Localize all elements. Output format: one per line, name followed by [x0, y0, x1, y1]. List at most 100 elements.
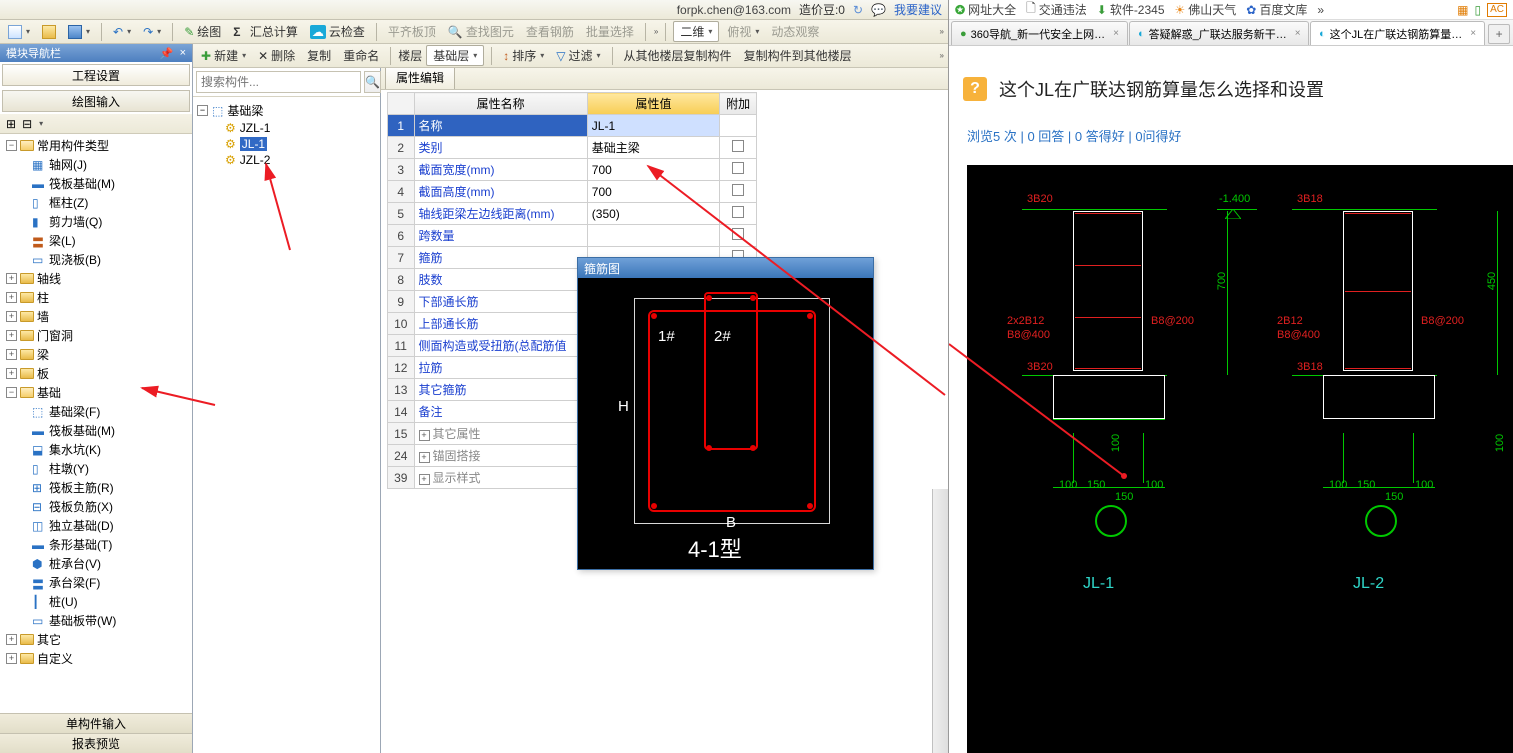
tree-cap-beam[interactable]: 〓承台梁(F): [4, 573, 192, 592]
search-input[interactable]: [196, 71, 361, 93]
tree-sump[interactable]: ⬓集水坑(K): [4, 440, 192, 459]
tree-axis-net[interactable]: ▦轴网(J): [4, 155, 192, 174]
delete-button[interactable]: ✕删除: [254, 46, 299, 65]
tab-drawing-input[interactable]: 绘图输入: [2, 90, 190, 112]
pin-icon[interactable]: 📌: [160, 47, 174, 60]
app-info-bar: forpk.chen@163.com 造价豆:0 ↻ 💬 我要建议: [0, 0, 948, 20]
top-view-button[interactable]: 俯视▾: [723, 22, 763, 41]
search-button[interactable]: 🔍: [364, 71, 381, 93]
tree-other[interactable]: +其它: [4, 630, 192, 649]
dynamic-view-button[interactable]: 动态观察: [767, 22, 823, 41]
nav-mini-icon1[interactable]: ⊞: [6, 117, 16, 131]
tree-col-pier[interactable]: ▯柱墩(Y): [4, 459, 192, 478]
sum-button[interactable]: Σ 汇总计算: [229, 22, 302, 41]
redo-button[interactable]: ↷▾: [139, 24, 165, 40]
browser-tab-0[interactable]: ●360导航_新一代安全上网…×: [951, 21, 1128, 45]
tree-raft-base[interactable]: ▬筏板基础(M): [4, 174, 192, 193]
prop-row[interactable]: 6跨数量: [388, 225, 757, 247]
tree-raft2[interactable]: ▬筏板基础(M): [4, 421, 192, 440]
fav-overflow[interactable]: »: [1317, 3, 1324, 17]
mid-item-1[interactable]: ⚙JL-1: [197, 136, 376, 152]
flat-slab-button[interactable]: 平齐板顶: [384, 22, 440, 41]
tree-strip-found[interactable]: ▬条形基础(T): [4, 535, 192, 554]
prop-row[interactable]: 5轴线距梁左边线距离(mm)(350): [388, 203, 757, 225]
suggest-link[interactable]: 我要建议: [894, 1, 942, 18]
tree-raft-neg[interactable]: ⊟筏板负筋(X): [4, 497, 192, 516]
fav-traffic[interactable]: 🗋交通违法: [1026, 0, 1087, 20]
batch-select-button[interactable]: 批量选择: [582, 22, 638, 41]
tab-project-settings[interactable]: 工程设置: [2, 64, 190, 86]
tab-report-preview[interactable]: 报表预览: [0, 733, 192, 753]
new-doc-button[interactable]: ▾: [4, 24, 34, 40]
prop-row[interactable]: 3截面宽度(mm)700: [388, 159, 757, 181]
tree-opening[interactable]: +门窗洞: [4, 326, 192, 345]
open-button[interactable]: [38, 24, 60, 40]
browser-tab-2[interactable]: ◐这个JL在广联达钢筋算量…×: [1310, 21, 1485, 45]
mid-root[interactable]: −⬚基础梁: [197, 101, 376, 120]
filter-button[interactable]: ▽过滤▾: [552, 46, 604, 65]
ext-icon-1[interactable]: ▦: [1457, 3, 1468, 17]
vertical-scrollbar[interactable]: [932, 489, 948, 753]
tree-beam[interactable]: 〓梁(L): [4, 231, 192, 250]
copy-button[interactable]: 复制: [303, 46, 335, 65]
new-component-button[interactable]: ✚新建▾: [197, 46, 250, 65]
ext-icon-2[interactable]: ▯: [1474, 3, 1481, 17]
floor-select[interactable]: 基础层▾: [426, 45, 484, 66]
fav-soft[interactable]: ⬇软件-2345: [1097, 1, 1165, 18]
draw-button[interactable]: ✎绘图: [180, 22, 225, 41]
find-element-button[interactable]: 🔍查找图元: [444, 22, 518, 41]
tab-property-edit[interactable]: 属性编辑: [385, 68, 455, 89]
mid-item-0[interactable]: ⚙JZL-1: [197, 120, 376, 136]
tree-axis[interactable]: +轴线: [4, 269, 192, 288]
cloud-check-button[interactable]: ☁云检查: [306, 22, 369, 41]
tree-wall[interactable]: +墙: [4, 307, 192, 326]
copy-from-floor-button[interactable]: 从其他楼层复制构件: [620, 46, 736, 65]
tree-slab2[interactable]: +板: [4, 364, 192, 383]
question-icon: ?: [963, 77, 987, 101]
undo-button[interactable]: ↶▾: [109, 24, 135, 40]
refresh-icon[interactable]: ↻: [853, 3, 863, 17]
prop-row[interactable]: 2类别基础主梁: [388, 137, 757, 159]
account-label: forpk.chen@163.com: [677, 3, 791, 17]
fav-wenku[interactable]: ✿百度文库: [1246, 1, 1307, 18]
tree-base-slab[interactable]: ▭基础板带(W): [4, 611, 192, 630]
view-2d-select[interactable]: 二维▾: [673, 21, 719, 42]
tree-custom[interactable]: +自定义: [4, 649, 192, 668]
rename-button[interactable]: 重命名: [339, 46, 383, 65]
tree-pile-cap[interactable]: ⬢桩承台(V): [4, 554, 192, 573]
tree-shear-wall[interactable]: ▮剪力墙(Q): [4, 212, 192, 231]
toolbar-overflow[interactable]: »: [654, 27, 658, 36]
tb3-overflow[interactable]: »: [940, 51, 944, 60]
tree-beam2[interactable]: +梁: [4, 345, 192, 364]
tree-raft-main[interactable]: ⊞筏板主筋(R): [4, 478, 192, 497]
fav-all[interactable]: ✪网址大全: [955, 1, 1016, 18]
tree-column[interactable]: +柱: [4, 288, 192, 307]
view-rebar-button[interactable]: 查看钢筋: [522, 22, 578, 41]
tree-slab[interactable]: ▭现浇板(B): [4, 250, 192, 269]
save-button[interactable]: ▾: [64, 24, 94, 40]
header-extra: 附加: [720, 93, 757, 115]
tree-found-beam[interactable]: ⬚基础梁(F): [4, 402, 192, 421]
fav-weather[interactable]: ☀佛山天气: [1175, 1, 1237, 18]
navigator-title-bar: 模块导航栏 📌×: [0, 44, 192, 62]
toolbar-overflow-2[interactable]: »: [940, 27, 944, 36]
tree-iso-found[interactable]: ◫独立基础(D): [4, 516, 192, 535]
mid-item-2[interactable]: ⚙JZL-2: [197, 152, 376, 168]
tab-single-input[interactable]: 单构件输入: [0, 713, 192, 733]
copy-to-floor-button[interactable]: 复制构件到其他楼层: [740, 46, 856, 65]
nav-mini-icon2[interactable]: ⊟: [22, 117, 32, 131]
sort-button[interactable]: ↕排序▾: [499, 46, 548, 65]
tree-foundation[interactable]: −基础: [4, 383, 192, 402]
new-tab-button[interactable]: +: [1488, 24, 1510, 44]
chat-icon[interactable]: 💬: [871, 3, 886, 17]
nav-mini-icon3[interactable]: ▾: [39, 119, 43, 128]
floor-label: 楼层: [398, 47, 422, 64]
prop-row[interactable]: 4截面高度(mm)700: [388, 181, 757, 203]
ext-icon-3[interactable]: AC: [1487, 3, 1507, 17]
tree-frame-col[interactable]: ▯框柱(Z): [4, 193, 192, 212]
tree-common[interactable]: −常用构件类型: [4, 136, 192, 155]
tree-pile[interactable]: ┃桩(U): [4, 592, 192, 611]
close-icon[interactable]: ×: [180, 47, 186, 60]
browser-tab-1[interactable]: ◐答疑解惑_广联达服务新干…×: [1129, 21, 1309, 45]
prop-row[interactable]: 1名称JL-1: [388, 115, 757, 137]
